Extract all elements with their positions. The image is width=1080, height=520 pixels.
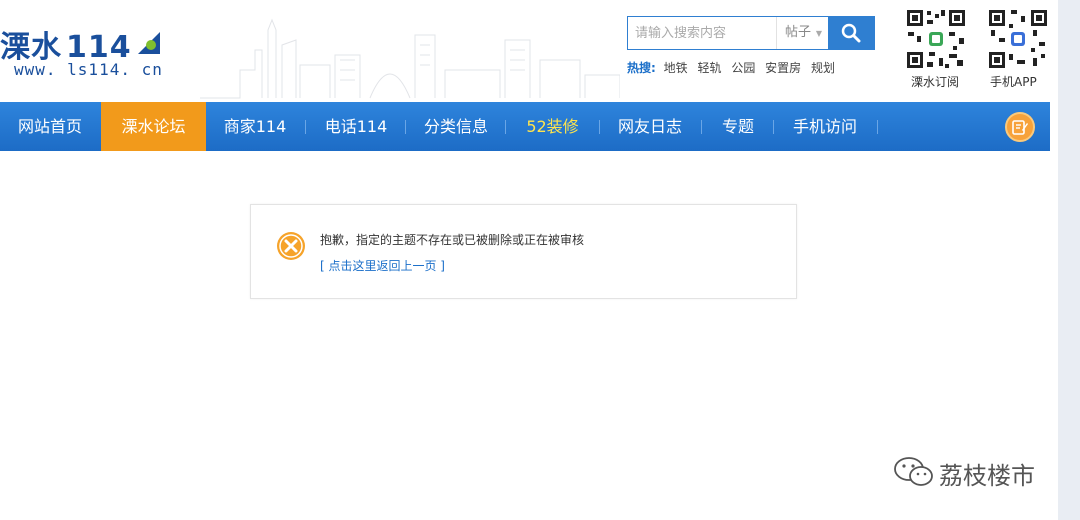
nav-item-home[interactable]: 网站首页: [0, 102, 100, 151]
qr-code-app: [987, 8, 1049, 70]
edit-post-button[interactable]: [1005, 112, 1035, 142]
edit-icon: [1012, 120, 1028, 135]
hot-search-bar: 热搜: 地铁 轻轨 公园 安置房 规划: [627, 59, 841, 76]
hot-search-link[interactable]: 轻轨: [697, 61, 721, 75]
nav-item-classifieds[interactable]: 分类信息: [406, 102, 506, 151]
hot-search-link[interactable]: 公园: [731, 61, 755, 75]
qr-label: 手机APP: [990, 75, 1037, 89]
error-x-icon: [277, 232, 305, 260]
main-nav: 网站首页 溧水论坛 商家114 电话114 分类信息 52装修 网友日志 专题 …: [0, 102, 1050, 151]
logo-mark-icon: [138, 32, 160, 54]
search-icon: [841, 23, 861, 43]
hot-search-link[interactable]: 安置房: [765, 61, 801, 75]
nav-item-phone[interactable]: 电话114: [306, 102, 406, 151]
error-message-box: [250, 204, 797, 299]
hot-search-label: 热搜:: [627, 61, 656, 75]
nav-item-forum[interactable]: 溧水论坛: [101, 102, 206, 151]
scrollbar-gutter[interactable]: [1058, 0, 1080, 520]
hot-search-link[interactable]: 规划: [811, 61, 835, 75]
site-header: 溧水114 www. ls114. cn 帖子 ▼ 热搜: 地铁 轻轨 公园 安…: [0, 0, 1058, 102]
nav-item-decoration[interactable]: 52装修: [506, 102, 599, 151]
chevron-down-icon: ▼: [815, 29, 822, 38]
qr-label: 溧水订阅: [911, 75, 960, 89]
hot-search-link[interactable]: 地铁: [664, 61, 688, 75]
nav-item-diary[interactable]: 网友日志: [600, 102, 700, 151]
watermark-text: 荔枝楼市: [939, 462, 1035, 490]
nav-item-topics[interactable]: 专题: [702, 102, 774, 151]
search-button[interactable]: [828, 16, 875, 50]
wechat-icon: [894, 457, 933, 486]
search-box: 帖子 ▼: [627, 16, 875, 50]
city-skyline-illustration: [200, 18, 620, 99]
logo-url: www. ls114. cn: [14, 60, 163, 79]
nav-item-mobile[interactable]: 手机访问: [774, 102, 876, 151]
search-input[interactable]: [628, 17, 776, 49]
nav-item-merchants[interactable]: 商家114: [206, 102, 304, 151]
search-type-select[interactable]: 帖子 ▼: [776, 17, 828, 49]
search-type-label: 帖子: [785, 25, 812, 40]
back-link[interactable]: [ 点击这里返回上一页 ]: [320, 257, 445, 274]
qr-code-subscribe: [905, 8, 967, 70]
nav-separator: [877, 120, 878, 134]
error-message-text: 抱歉，指定的主题不存在或已被删除或正在被审核: [320, 233, 585, 247]
